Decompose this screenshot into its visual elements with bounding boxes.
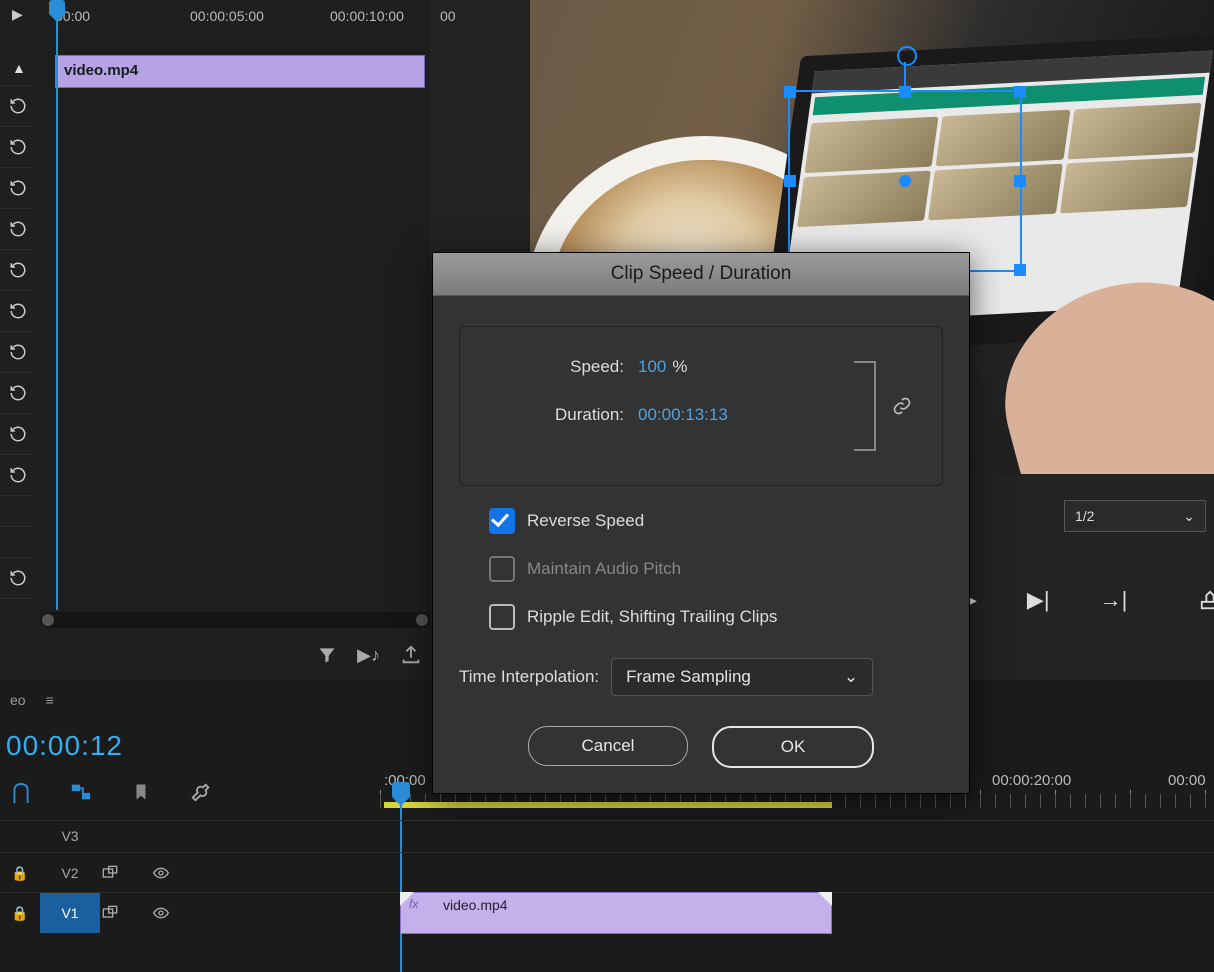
resolution-value: 1/2	[1075, 508, 1094, 524]
track-label[interactable]: V2	[40, 865, 100, 881]
undo-icon[interactable]	[0, 209, 36, 250]
undo-icon[interactable]	[0, 86, 36, 127]
zoom-scrollbar[interactable]	[40, 612, 430, 628]
speed-unit: %	[672, 357, 687, 377]
insert-icon[interactable]: ▶♪	[357, 645, 380, 666]
sequence-tab-label[interactable]: eo	[10, 692, 26, 708]
undo-icon[interactable]	[0, 373, 36, 414]
duration-value[interactable]: 00:00:13:13	[638, 405, 728, 425]
resize-handle[interactable]	[1014, 264, 1026, 276]
clip-name: video.mp4	[443, 897, 508, 913]
speed-label: Speed:	[484, 357, 624, 377]
resize-handle[interactable]	[784, 175, 796, 187]
ripple-edit-label: Ripple Edit, Shifting Trailing Clips	[527, 607, 777, 627]
fx-badge: fx	[409, 897, 418, 911]
ruler-label: 00:00:10:00	[330, 8, 404, 24]
center-point[interactable]	[899, 175, 911, 187]
speed-value[interactable]: 100	[638, 357, 666, 377]
speed-duration-group: Speed: 100 % Duration: 00:00:13:13	[459, 326, 943, 486]
resize-handle[interactable]	[899, 86, 911, 98]
dialog-title: Clip Speed / Duration	[433, 253, 969, 296]
linked-selection-icon[interactable]	[70, 781, 92, 803]
time-interpolation-label: Time Interpolation:	[459, 667, 599, 687]
undo-icon[interactable]	[0, 332, 36, 373]
track-v3[interactable]: V3	[0, 820, 1214, 851]
ruler-label: 00:00:20:00	[992, 772, 1071, 789]
time-interpolation-dropdown[interactable]: Frame Sampling ⌄	[611, 658, 873, 696]
zoom-handle-left[interactable]	[42, 614, 54, 626]
resize-handle[interactable]	[1014, 175, 1026, 187]
eye-icon[interactable]	[150, 865, 200, 881]
sync-icon[interactable]	[100, 865, 150, 881]
undo-icon[interactable]	[0, 455, 36, 496]
marker-icon[interactable]	[132, 782, 150, 802]
undo-icon[interactable]	[0, 558, 36, 599]
cancel-button[interactable]: Cancel	[528, 726, 688, 766]
lock-icon[interactable]: 🔒	[0, 905, 40, 922]
filter-icon[interactable]	[317, 645, 337, 665]
ruler-label: 00	[440, 8, 456, 24]
wrench-icon[interactable]	[190, 781, 212, 803]
track-label[interactable]: V3	[40, 828, 100, 844]
track-label[interactable]: V1	[40, 893, 100, 933]
playhead[interactable]	[56, 0, 58, 610]
panel-menu-icon[interactable]: ≡	[46, 692, 54, 708]
maintain-pitch-checkbox	[489, 556, 515, 582]
selection-box[interactable]	[788, 90, 1022, 272]
step-forward-button[interactable]: ▶|	[1027, 587, 1050, 613]
reverse-speed-row[interactable]: Reverse Speed	[489, 508, 943, 534]
snap-icon[interactable]: ⋂	[12, 779, 30, 805]
maintain-pitch-label: Maintain Audio Pitch	[527, 559, 681, 579]
track-column	[0, 55, 36, 599]
sequence-clip[interactable]: fx video.mp4	[400, 892, 832, 934]
maintain-pitch-row: Maintain Audio Pitch	[489, 556, 943, 582]
lift-button[interactable]	[1197, 589, 1214, 611]
resize-handle[interactable]	[784, 86, 796, 98]
eye-icon[interactable]	[150, 905, 200, 921]
ruler-label: 00:00	[1168, 772, 1206, 789]
undo-icon[interactable]	[0, 291, 36, 332]
play-icon[interactable]: ▶	[12, 6, 23, 23]
undo-icon[interactable]	[0, 250, 36, 291]
export-icon[interactable]	[400, 644, 422, 666]
undo-icon[interactable]	[0, 414, 36, 455]
undo-icon[interactable]	[0, 127, 36, 168]
source-clip[interactable]: video.mp4	[55, 55, 425, 88]
ruler-label: 00:00:05:00	[190, 8, 264, 24]
ripple-edit-row[interactable]: Ripple Edit, Shifting Trailing Clips	[489, 604, 943, 630]
resize-handle[interactable]	[1014, 86, 1026, 98]
timecode-display[interactable]: 00:00:12	[0, 730, 386, 762]
chevron-down-icon: ⌄	[844, 667, 858, 687]
clip-speed-duration-dialog: Clip Speed / Duration Speed: 100 % Durat…	[432, 252, 970, 794]
next-edit-button[interactable]: →|	[1100, 587, 1128, 613]
link-bracket	[854, 361, 876, 451]
resolution-dropdown[interactable]: 1/2 ⌄	[1064, 500, 1206, 532]
anchor-point[interactable]	[897, 46, 917, 66]
duration-label: Duration:	[484, 405, 624, 425]
in-out-range[interactable]	[384, 802, 832, 808]
sync-icon[interactable]	[100, 905, 150, 921]
undo-icon[interactable]	[0, 168, 36, 209]
ok-button[interactable]: OK	[712, 726, 874, 768]
reverse-speed-checkbox[interactable]	[489, 508, 515, 534]
source-timeline-panel: ▶ 00:00 00:00:05:00 00:00:10:00 00 ▲ vid…	[0, 0, 430, 680]
track-v2[interactable]: 🔒 V2	[0, 852, 1214, 893]
reverse-speed-label: Reverse Speed	[527, 511, 644, 531]
source-ruler[interactable]: ▶ 00:00 00:00:05:00 00:00:10:00 00	[40, 0, 430, 36]
ripple-edit-checkbox[interactable]	[489, 604, 515, 630]
time-interpolation-value: Frame Sampling	[626, 667, 751, 687]
link-icon[interactable]	[892, 394, 912, 418]
zoom-handle-right[interactable]	[416, 614, 428, 626]
clip-area[interactable]: video.mp4	[40, 35, 430, 615]
chevron-down-icon: ⌄	[1183, 508, 1195, 525]
lock-icon[interactable]: 🔒	[0, 865, 40, 882]
